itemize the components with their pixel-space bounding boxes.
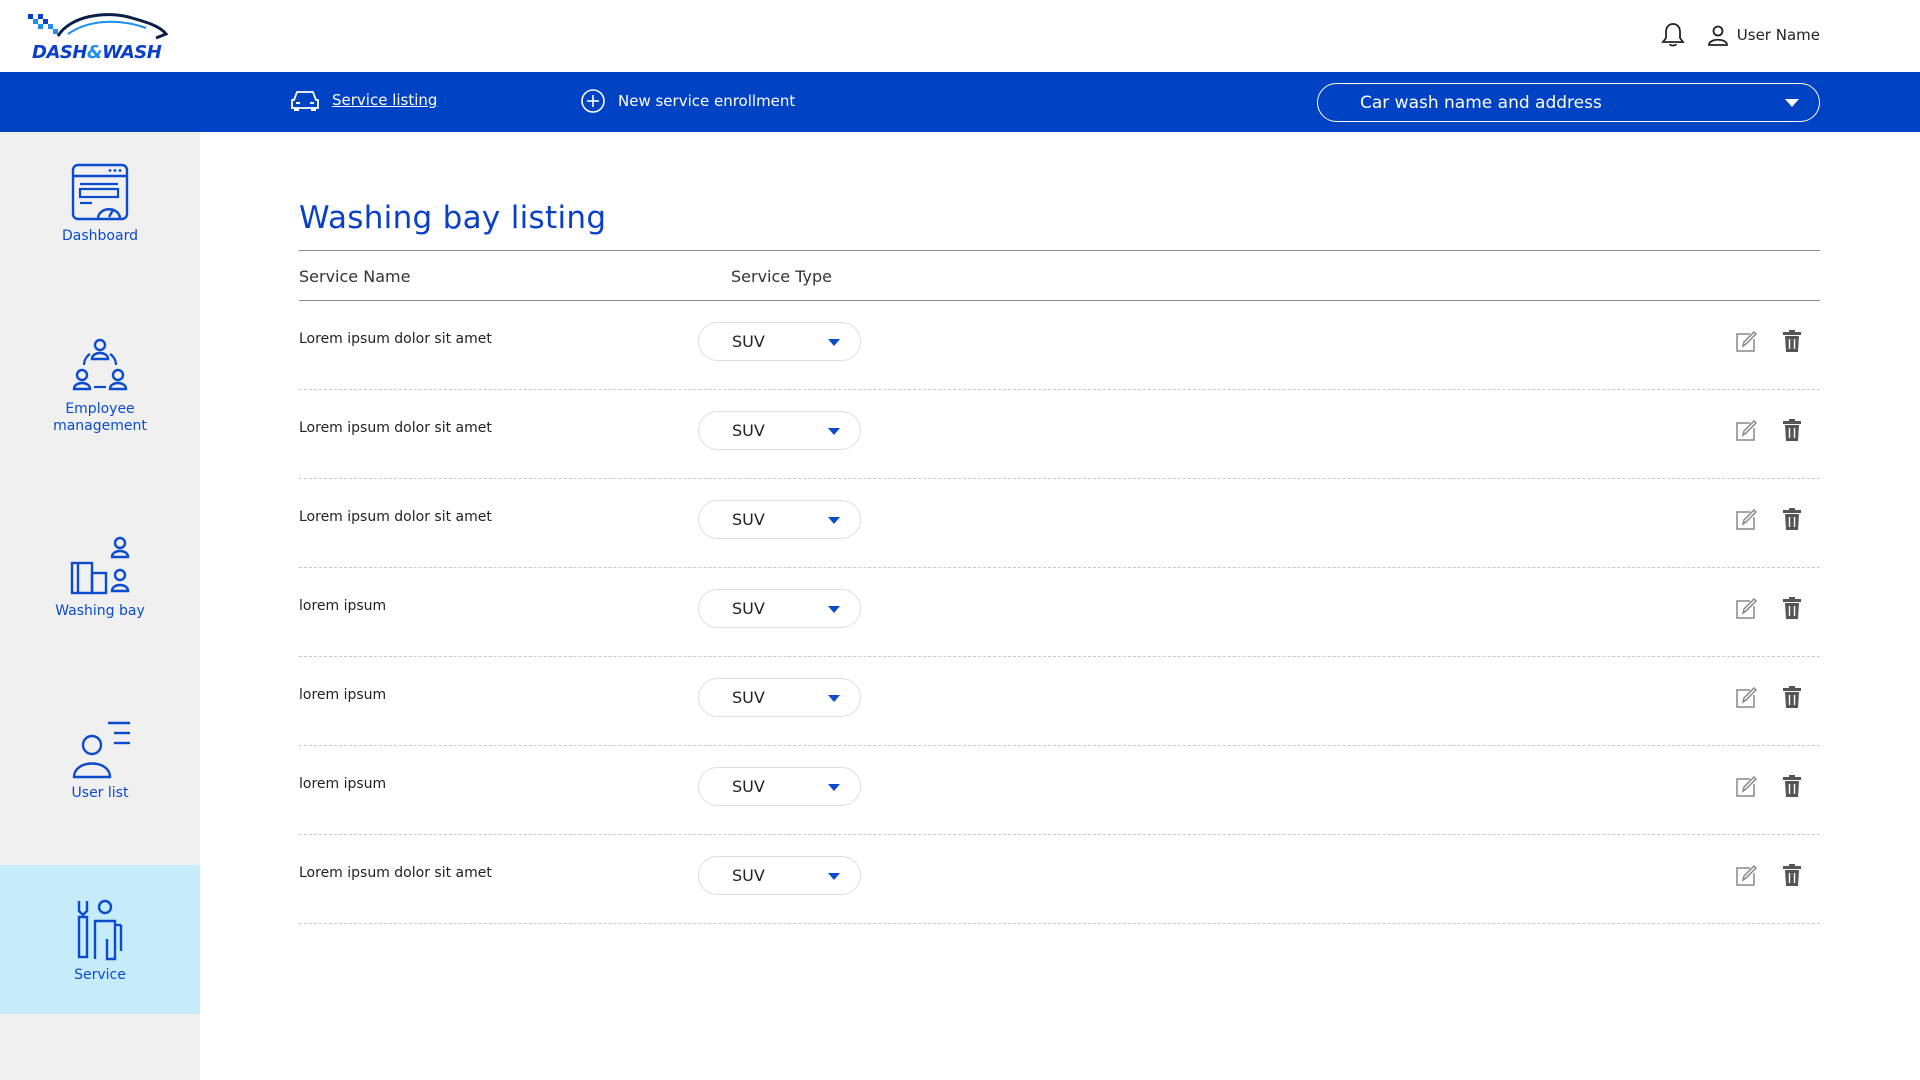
edit-icon[interactable] (1735, 598, 1757, 620)
chevron-down-icon (828, 695, 840, 702)
chevron-down-icon (1785, 99, 1799, 107)
nav-new-service-enrollment-label: New service enrollment (618, 92, 796, 110)
service-name: lorem ipsum (299, 776, 387, 792)
service-name: lorem ipsum (299, 598, 387, 614)
trash-icon[interactable] (1783, 330, 1801, 352)
service-type-value: SUV (732, 421, 765, 440)
sidebar-item-label: User list (71, 785, 129, 801)
table-row: Lorem ipsum dolor sit amet SUV (299, 479, 1820, 568)
table-row: Lorem ipsum dolor sit amet SUV (299, 835, 1820, 924)
logo-car-icon (28, 13, 169, 40)
table-header: Service Name Service Type (299, 250, 1820, 301)
employee-management-icon (72, 338, 128, 391)
plus-circle-icon (581, 89, 605, 113)
page-title: Washing bay listing (299, 200, 607, 236)
sidebar-item-employee-management[interactable]: Employee management (0, 335, 200, 465)
service-type-select[interactable]: SUV (698, 500, 861, 539)
bell-icon[interactable] (1660, 22, 1685, 48)
service-table: Lorem ipsum dolor sit amet SUV Lorem ips… (299, 301, 1820, 924)
service-name: Lorem ipsum dolor sit amet (299, 865, 492, 881)
chevron-down-icon (828, 873, 840, 880)
service-type-select[interactable]: SUV (698, 856, 861, 895)
washing-bay-icon (70, 536, 130, 595)
nav-service-listing-label: Service listing (332, 91, 438, 109)
service-type-select[interactable]: SUV (698, 678, 861, 717)
edit-icon[interactable] (1735, 331, 1757, 353)
sidebar: Dashboard Employee management Washing ba… (0, 132, 200, 1080)
chevron-down-icon (828, 517, 840, 524)
logo-text: DASH&WASH (32, 42, 162, 63)
user-icon (1707, 25, 1728, 46)
table-row: Lorem ipsum dolor sit amet SUV (299, 390, 1820, 479)
dashboard-icon (71, 163, 129, 221)
trash-icon[interactable] (1783, 508, 1801, 530)
sidebar-item-label: Service (74, 967, 126, 983)
edit-icon[interactable] (1735, 776, 1757, 798)
sidebar-item-label: Employee management (53, 401, 147, 434)
trash-icon[interactable] (1783, 864, 1801, 886)
table-row: lorem ipsum SUV (299, 746, 1820, 835)
edit-icon[interactable] (1735, 509, 1757, 531)
user-menu[interactable]: User Name (1707, 24, 1820, 46)
trash-icon[interactable] (1783, 419, 1801, 441)
sidebar-item-service[interactable]: Service (0, 865, 200, 1014)
sidebar-item-label: Washing bay (55, 603, 145, 619)
service-type-value: SUV (732, 866, 765, 885)
sidebar-item-washing-bay[interactable]: Washing bay (0, 535, 200, 645)
sidebar-item-user-list[interactable]: User list (0, 719, 200, 829)
column-header-service-type: Service Type (731, 267, 832, 286)
service-type-value: SUV (732, 688, 765, 707)
service-type-value: SUV (732, 599, 765, 618)
service-type-select[interactable]: SUV (698, 767, 861, 806)
table-row: Lorem ipsum dolor sit amet SUV (299, 301, 1820, 390)
carwash-select-value: Car wash name and address (1360, 92, 1602, 113)
service-type-select[interactable]: SUV (698, 411, 861, 450)
service-type-select[interactable]: SUV (698, 589, 861, 628)
chevron-down-icon (828, 606, 840, 613)
user-list-icon (72, 721, 130, 779)
service-name: Lorem ipsum dolor sit amet (299, 420, 492, 436)
chevron-down-icon (828, 339, 840, 346)
edit-icon[interactable] (1735, 865, 1757, 887)
car-icon (291, 91, 319, 111)
service-type-select[interactable]: SUV (698, 322, 861, 361)
service-type-value: SUV (732, 510, 765, 529)
service-name: Lorem ipsum dolor sit amet (299, 509, 492, 525)
top-header: DASH&WASH User Name (0, 0, 1920, 72)
service-name: lorem ipsum (299, 687, 387, 703)
header-actions: User Name (1660, 22, 1820, 48)
trash-icon[interactable] (1783, 597, 1801, 619)
sidebar-item-dashboard[interactable]: Dashboard (0, 162, 200, 272)
edit-icon[interactable] (1735, 420, 1757, 442)
service-name: Lorem ipsum dolor sit amet (299, 331, 492, 347)
service-type-value: SUV (732, 332, 765, 351)
column-header-service-name: Service Name (299, 267, 411, 286)
sidebar-item-label: Dashboard (62, 228, 138, 244)
nav-service-listing[interactable]: Service listing (290, 88, 437, 112)
carwash-select[interactable]: Car wash name and address (1317, 83, 1820, 122)
chevron-down-icon (828, 428, 840, 435)
nav-new-service-enrollment[interactable]: New service enrollment (580, 88, 795, 114)
table-row: lorem ipsum SUV (299, 657, 1820, 746)
top-navbar: Service listing New service enrollment C… (0, 72, 1920, 132)
trash-icon[interactable] (1783, 686, 1801, 708)
edit-icon[interactable] (1735, 687, 1757, 709)
dash-and-wash-logo[interactable]: DASH&WASH (28, 8, 172, 64)
chevron-down-icon (828, 784, 840, 791)
service-type-value: SUV (732, 777, 765, 796)
table-row: lorem ipsum SUV (299, 568, 1820, 657)
service-icon (77, 899, 123, 961)
user-name: User Name (1736, 26, 1820, 44)
trash-icon[interactable] (1783, 775, 1801, 797)
